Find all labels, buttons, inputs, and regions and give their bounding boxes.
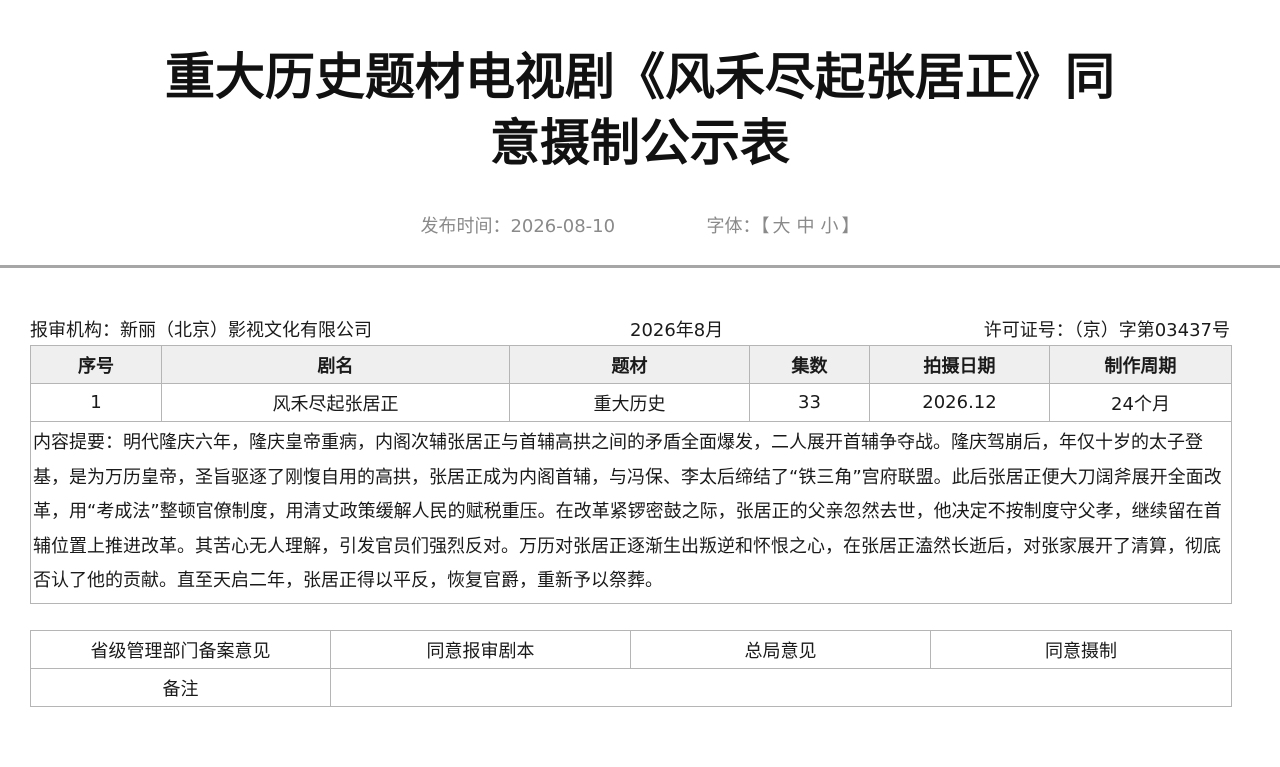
table-header-row: 序号 剧名 题材 集数 拍摄日期 制作周期 — [30, 345, 1232, 384]
page-title: 重大历史题材电视剧《风禾尽起张居正》同 意摄制公示表 — [0, 44, 1280, 176]
publish-label: 发布时间： — [420, 216, 511, 237]
summary-row: 内容提要：明代隆庆六年，隆庆皇帝重病，内阁次辅张居正与首辅高拱之间的矛盾全面爆发… — [30, 421, 1232, 604]
column-header-cycle: 制作周期 — [1049, 345, 1232, 384]
column-header-episodes: 集数 — [749, 345, 870, 384]
cell-cycle: 24个月 — [1049, 383, 1232, 422]
publish-date: 2026-08-10 — [510, 216, 616, 237]
column-header-index: 序号 — [30, 345, 162, 384]
font-size-label: 字体： — [706, 216, 761, 237]
column-header-shoot-date: 拍摄日期 — [869, 345, 1050, 384]
font-size-medium-button[interactable]: 中 — [794, 216, 818, 237]
article-meta: 发布时间：2026-08-10 字体：【大中小】 — [0, 212, 1280, 238]
approval-table: 序号 剧名 题材 集数 拍摄日期 制作周期 1 风禾尽起张居正 重大历史 33 … — [30, 345, 1232, 604]
remarks-row: 备注 — [30, 668, 1232, 707]
license-number: 许可证号：（京）字第03437号 — [984, 316, 1230, 342]
publication-period: 2026年8月 — [630, 320, 724, 341]
provincial-opinion-value: 同意报审剧本 — [330, 630, 631, 669]
cell-index: 1 — [30, 383, 162, 422]
font-size-small-button[interactable]: 小 — [818, 216, 842, 237]
document-header: 报审机构：新丽（北京）影视文化有限公司 2026年8月 许可证号：（京）字第03… — [30, 316, 1230, 342]
bureau-opinion-label: 总局意见 — [630, 630, 931, 669]
opinion-row: 省级管理部门备案意见 同意报审剧本 总局意见 同意摄制 — [30, 630, 1232, 669]
remarks-value — [330, 668, 1232, 707]
page-title-line-1: 重大历史题材电视剧《风禾尽起张居正》同 — [165, 48, 1115, 106]
header-divider — [0, 265, 1280, 268]
font-size-bracket-close: 】 — [841, 216, 860, 237]
org-name: 新丽（北京）影视文化有限公司 — [120, 320, 372, 341]
font-size-large-button[interactable]: 大 — [770, 216, 794, 237]
opinion-table: 省级管理部门备案意见 同意报审剧本 总局意见 同意摄制 备注 — [30, 630, 1232, 707]
remarks-label: 备注 — [30, 668, 331, 707]
bureau-opinion-value: 同意摄制 — [930, 630, 1232, 669]
cell-genre: 重大历史 — [509, 383, 750, 422]
font-size-bracket-open: 【 — [760, 216, 770, 237]
cell-episodes: 33 — [749, 383, 870, 422]
cell-title: 风禾尽起张居正 — [161, 383, 510, 422]
cell-shoot-date: 2026.12 — [869, 383, 1050, 422]
license-value: （京）字第03437号 — [1073, 320, 1230, 341]
page-title-line-2: 意摄制公示表 — [490, 114, 790, 172]
content-summary: 内容提要：明代隆庆六年，隆庆皇帝重病，内阁次辅张居正与首辅高拱之间的矛盾全面爆发… — [30, 421, 1232, 604]
org-label: 报审机构： — [30, 320, 120, 341]
column-header-genre: 题材 — [509, 345, 750, 384]
column-header-title: 剧名 — [161, 345, 510, 384]
submitting-org: 报审机构：新丽（北京）影视文化有限公司 — [30, 316, 372, 342]
provincial-opinion-label: 省级管理部门备案意见 — [30, 630, 331, 669]
license-label: 许可证号： — [983, 320, 1074, 341]
table-row: 1 风禾尽起张居正 重大历史 33 2026.12 24个月 — [30, 383, 1232, 422]
